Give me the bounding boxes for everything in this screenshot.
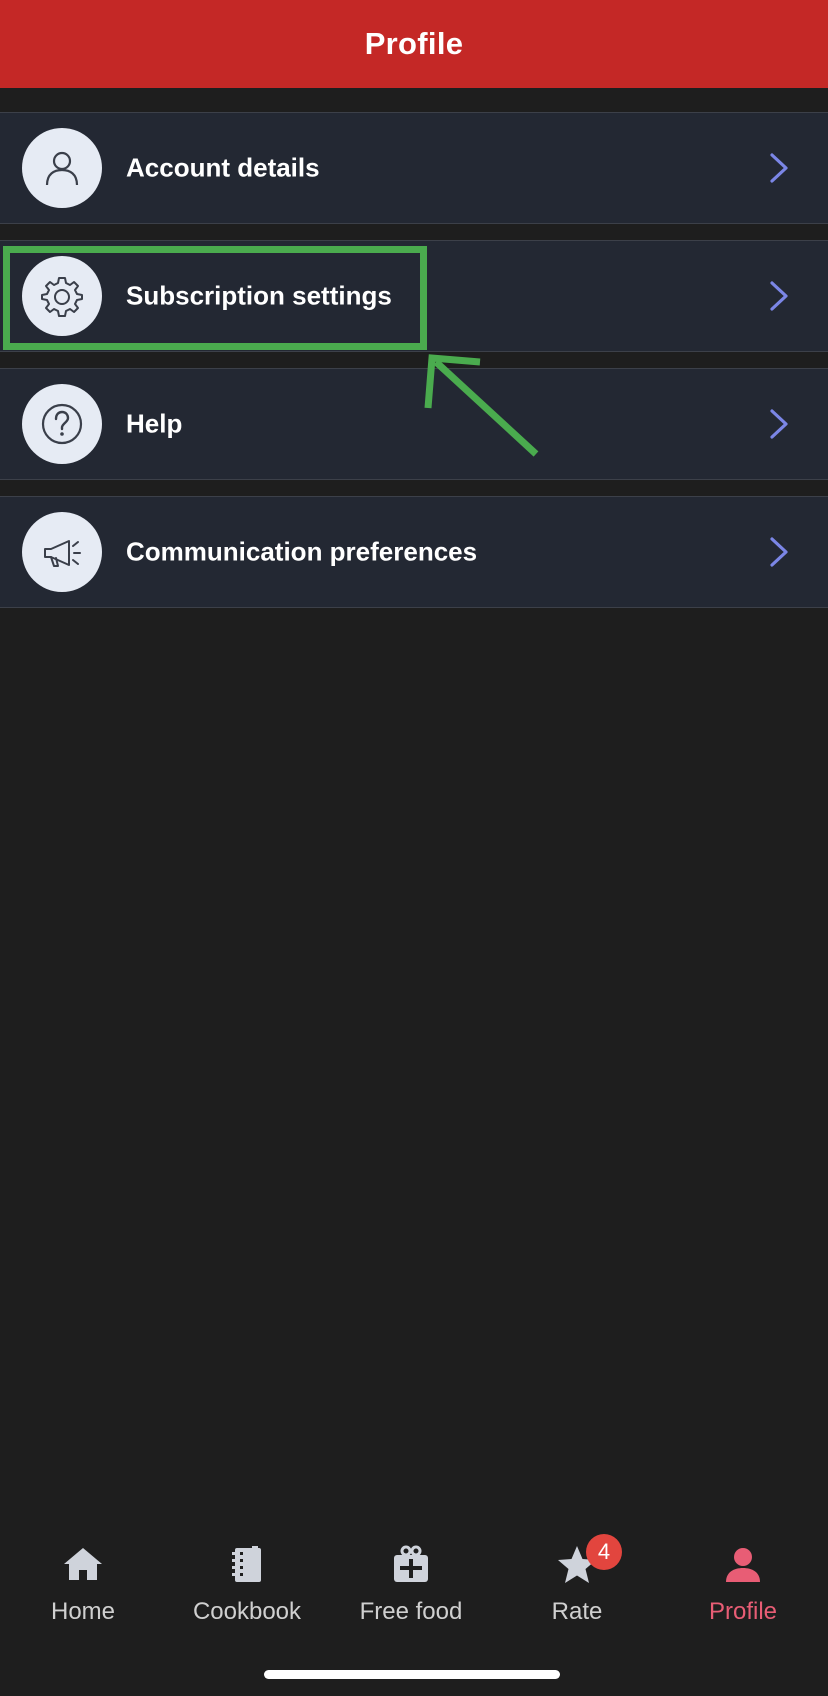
header-bar: Profile	[0, 0, 828, 88]
tab-label: Rate	[551, 1598, 603, 1625]
megaphone-icon	[22, 512, 102, 592]
home-indicator[interactable]	[264, 1670, 560, 1679]
notification-badge: 4	[586, 1534, 622, 1570]
menu-item-subscription-settings[interactable]: Subscription settings	[0, 240, 828, 352]
tab-home[interactable]: Home	[0, 1522, 166, 1642]
menu-item-label: Account details	[126, 152, 320, 183]
star-icon: 4	[554, 1534, 622, 1588]
tab-label: Home	[50, 1598, 116, 1625]
menu-item-communication-preferences[interactable]: Communication preferences	[0, 496, 828, 608]
menu-item-label: Help	[126, 408, 183, 439]
tab-label: Free food	[359, 1598, 463, 1625]
cookbook-icon	[224, 1542, 270, 1588]
menu-item-label: Communication preferences	[126, 536, 478, 567]
gear-icon	[22, 256, 102, 336]
profile-icon	[720, 1542, 766, 1588]
chevron-right-icon	[770, 537, 788, 567]
page-title: Profile	[364, 26, 464, 61]
tab-cookbook[interactable]: Cookbook	[164, 1522, 330, 1642]
tab-free-food[interactable]: Free food	[328, 1522, 494, 1642]
menu-item-label: Subscription settings	[126, 280, 392, 311]
tab-label: Cookbook	[192, 1598, 302, 1625]
chevron-right-icon	[770, 153, 788, 183]
chevron-right-icon	[770, 281, 788, 311]
tab-profile[interactable]: Profile	[660, 1522, 826, 1642]
menu-item-account-details[interactable]: Account details	[0, 112, 828, 224]
chevron-right-icon	[770, 409, 788, 439]
user-icon	[22, 128, 102, 208]
gift-icon	[388, 1542, 434, 1588]
profile-screen: Profile Account details Subscription set…	[0, 0, 828, 1696]
menu-item-help[interactable]: Help	[0, 368, 828, 480]
tab-rate[interactable]: 4 Rate	[494, 1522, 660, 1642]
tab-label: Profile	[708, 1598, 778, 1625]
question-icon	[22, 384, 102, 464]
home-icon	[60, 1542, 106, 1588]
